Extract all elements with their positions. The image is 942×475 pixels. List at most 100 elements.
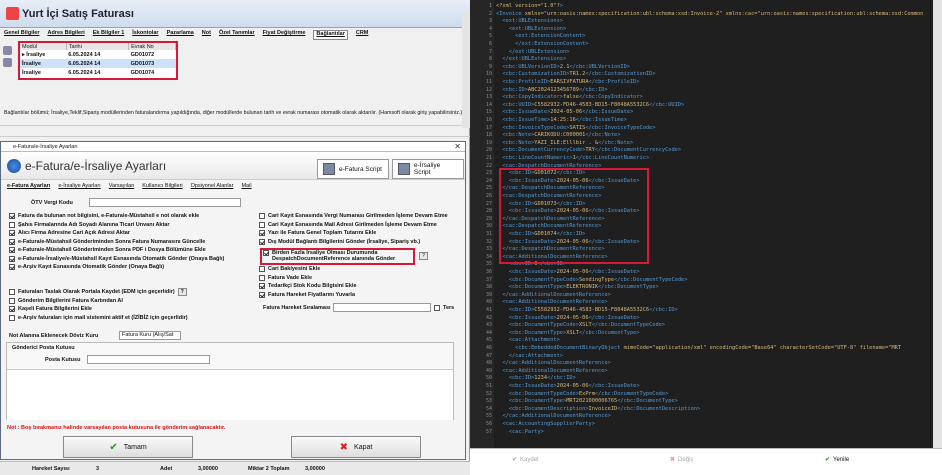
despatch-ref-checkbox[interactable] — [263, 250, 269, 256]
eirsaliye-script-button[interactable]: e-İrsaliye Script — [392, 159, 464, 179]
line-number: 40 — [485, 299, 492, 306]
table-row[interactable]: ▸ İrsaliye 6.05.2024 14 GD01072 — [20, 50, 176, 59]
option-row[interactable]: Fatura Hareket Fiyatlarını Yuvarla — [259, 291, 464, 300]
link-icon[interactable] — [3, 46, 12, 55]
option-label: Fatura da bulunan not bilgisini, e-Fatur… — [18, 213, 200, 220]
sort-select[interactable] — [333, 303, 431, 312]
posta-input[interactable] — [87, 355, 210, 364]
option-checkbox[interactable] — [259, 291, 265, 298]
option-checkbox[interactable] — [259, 274, 265, 281]
code-line: <cbc:DocumentType>MRT2021000006765</cbc:… — [508, 398, 678, 405]
option-checkbox[interactable] — [9, 238, 15, 245]
posta-group-title: Gönderici Posta Kutusu — [12, 345, 75, 351]
option-row[interactable]: Cari Kayıt Esnasında Vergi Numarası Giri… — [259, 212, 464, 221]
otv-select[interactable] — [89, 198, 241, 207]
tab-5[interactable]: Not — [202, 30, 211, 40]
doviz-select[interactable]: Fatura Kuru (Alış/Sat — [119, 331, 181, 340]
option-checkbox[interactable] — [259, 266, 265, 273]
option-row[interactable]: Kaşeli Fatura Bilgilerini Ekle — [9, 305, 254, 314]
option-checkbox[interactable] — [9, 221, 15, 228]
line-number: 9 — [488, 63, 492, 70]
despatch-ref-option[interactable]: Birden Fazla İrsaliye Olması Durumunda D… — [263, 250, 413, 262]
cancel-button[interactable]: ✖ Kapat — [291, 436, 421, 458]
ters-option[interactable]: Ters — [434, 304, 454, 312]
code-scrollbar[interactable] — [933, 0, 942, 448]
option-checkbox[interactable] — [9, 289, 15, 296]
option-row[interactable]: Fatura da bulunan not bilgisini, e-Fatur… — [9, 212, 254, 221]
option-row[interactable]: e-Fatura/e-Müstahsil Gönderiminden Sonra… — [9, 238, 254, 247]
line-number: 31 — [485, 231, 492, 237]
line-number: 2 — [488, 10, 492, 17]
option-label: e-Fatura/e-Müstahsil Gönderiminden Sonra… — [18, 238, 206, 245]
tab-7[interactable]: Fiyat Değiştirme — [263, 30, 306, 40]
efatura-script-button[interactable]: e-Fatura Script — [317, 159, 389, 179]
line-number: 55 — [485, 413, 492, 420]
option-checkbox[interactable] — [9, 255, 15, 262]
tab-4[interactable]: Pazarlama — [167, 30, 194, 40]
table-row[interactable]: İrsaliye 6.05.2024 14 GD01074 — [20, 68, 176, 77]
option-checkbox[interactable] — [9, 314, 15, 321]
grid-scrollbar[interactable] — [462, 12, 470, 128]
code-line: <cac:AccountingSupplierParty> — [502, 421, 595, 427]
dialog-tab-3[interactable]: Kullanıcı Bilgileri — [142, 183, 182, 192]
code-line: <cbc:DocumentTypeCode>XSLT</cbc:Document… — [508, 322, 666, 329]
option-row[interactable]: Şahıs Firmalarında Adı Soyadı Alanına Ti… — [9, 221, 254, 230]
dialog-tab-5[interactable]: Mail — [241, 183, 251, 192]
option-checkbox[interactable] — [9, 230, 15, 237]
help-icon[interactable]: ? — [419, 252, 428, 260]
option-checkbox[interactable] — [9, 213, 15, 220]
code-line: <cbc:UUID>C5582932-FD46-4583-BD15-F8048A… — [502, 101, 685, 108]
adet-label: Adet — [160, 466, 173, 472]
option-row[interactable]: Yazı ile Fatura Genel Toplam Tutarını Ek… — [259, 229, 464, 238]
line-number: 25 — [485, 185, 492, 192]
search-icon[interactable] — [3, 58, 12, 67]
option-checkbox[interactable] — [259, 213, 265, 220]
option-row[interactable]: e-Arşiv faturaları için mail sistemini a… — [9, 314, 254, 323]
code-line: <cbc:Note>CARIKODU:C000001</cbc:Note> — [502, 132, 621, 139]
line-number: 49 — [485, 367, 492, 374]
close-icon[interactable]: ✕ — [454, 142, 461, 151]
option-row[interactable]: Dış Modül Bağlantı Bilgilerini Gönder (İ… — [259, 238, 464, 247]
option-row[interactable]: Cari Kayıt Esnasında Mail Adresi Girilme… — [259, 221, 464, 230]
option-checkbox[interactable] — [259, 221, 265, 228]
table-row[interactable]: İrsaliye 6.05.2024 14 GD01073 — [20, 59, 176, 68]
tab-8[interactable]: Bağlantılar — [313, 30, 348, 40]
change-button[interactable]: ✖ Değiş — [670, 456, 693, 464]
ters-checkbox[interactable] — [434, 305, 440, 311]
dialog-tab-2[interactable]: Varsayılan — [109, 183, 135, 192]
option-label: Dış Modül Bağlantı Bilgilerini Gönder (İ… — [268, 238, 421, 245]
tab-1[interactable]: Adres Bilgileri — [47, 30, 84, 40]
dialog-tab-0[interactable]: e-Fatura Ayarları — [7, 183, 50, 192]
option-checkbox[interactable] — [9, 247, 15, 254]
option-row[interactable]: Faturaları Taslak Olarak Portala Kaydet … — [9, 288, 254, 297]
option-checkbox[interactable] — [9, 297, 15, 304]
dialog-tab-1[interactable]: e-İrsaliye Ayarları — [58, 183, 100, 192]
option-label: Cari Kayıt Esnasında Vergi Numarası Giri… — [268, 213, 448, 220]
script-icon — [398, 163, 410, 175]
tab-6[interactable]: Özel Tanımlar — [219, 30, 255, 40]
option-row[interactable]: e-Fatura/e-Müstahsil Gönderiminden Sonra… — [9, 246, 254, 255]
option-row[interactable]: Fatura Vade Ekle — [259, 274, 464, 283]
option-checkbox[interactable] — [259, 230, 265, 237]
option-row[interactable]: e-Arşiv Kayıt Esnasında Otomatik Gönder … — [9, 263, 254, 272]
option-checkbox[interactable] — [9, 306, 15, 313]
option-row[interactable]: Alıcı Firma Adresine Cari Açık Adresi Ak… — [9, 229, 254, 238]
tab-9[interactable]: CRM — [356, 30, 369, 40]
option-row[interactable]: e-Fatura/e-İrsaliye/e-Müstahsil Kayıt Es… — [9, 255, 254, 264]
option-checkbox[interactable] — [9, 264, 15, 271]
tab-0[interactable]: Genel Bilgiler — [4, 30, 39, 40]
dialog-tab-4[interactable]: Opsiyonel Alanlar — [191, 183, 234, 192]
option-checkbox[interactable] — [259, 283, 265, 290]
option-label: Tedarikçi Stok Kodu Bilgisini Ekle — [268, 283, 357, 290]
tab-2[interactable]: Ek Bilgiler 1 — [93, 30, 125, 40]
ok-button[interactable]: ✔ Tamam — [63, 436, 193, 458]
refresh-button[interactable]: ✔ Yenile — [825, 456, 849, 464]
option-row[interactable]: Tedarikçi Stok Kodu Bilgisini Ekle — [259, 282, 464, 291]
table-cell: İrsaliye — [20, 59, 67, 68]
option-row[interactable]: Cari Bakiyesini Ekle — [259, 265, 464, 274]
help-icon[interactable]: ? — [177, 288, 187, 297]
option-row[interactable]: Gönderim Bilgilerini Fatura Kartından Al — [9, 297, 254, 306]
option-checkbox[interactable] — [259, 238, 265, 245]
tab-3[interactable]: İskontolar — [132, 30, 158, 40]
save-button[interactable]: ✔ Kaydet — [512, 456, 539, 464]
